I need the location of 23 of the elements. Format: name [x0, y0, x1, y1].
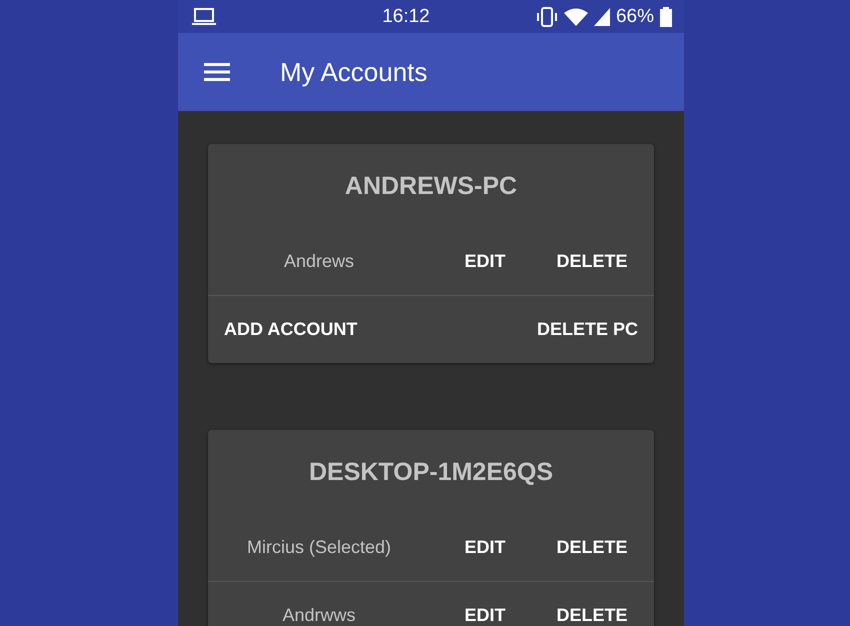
delete-pc-button[interactable]: DELETE PC	[532, 313, 642, 346]
delete-button[interactable]: DELETE	[552, 531, 632, 564]
account-name: Mircius (Selected)	[246, 537, 392, 558]
delete-button[interactable]: DELETE	[552, 599, 632, 626]
pc-name: DESKTOP-1M2E6QS	[308, 458, 554, 486]
battery-icon	[660, 6, 672, 26]
laptop-icon	[192, 8, 216, 26]
account-name: Andrwws	[282, 605, 356, 626]
wifi-icon	[564, 8, 588, 26]
edit-button[interactable]: EDIT	[460, 599, 510, 626]
vibrate-icon	[536, 6, 558, 26]
delete-button[interactable]: DELETE	[552, 245, 632, 278]
menu-button[interactable]	[204, 63, 230, 81]
edit-button[interactable]: EDIT	[460, 531, 510, 564]
status-time: 16:12	[381, 6, 430, 28]
account-name: Andrews	[284, 251, 354, 272]
battery-percentage: 66%	[616, 6, 654, 28]
app-title: My Accounts	[280, 56, 428, 88]
add-account-button[interactable]: ADD ACCOUNT	[220, 313, 362, 346]
signal-icon	[594, 8, 610, 26]
edit-button[interactable]: EDIT	[460, 245, 510, 278]
menu-icon	[204, 63, 230, 81]
pc-name: ANDREWS-PC	[344, 172, 518, 200]
